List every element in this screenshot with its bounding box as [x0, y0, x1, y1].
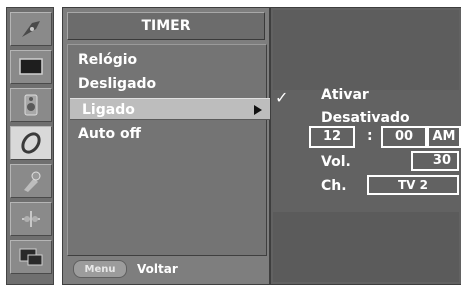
- category-icon-strip: [6, 7, 54, 285]
- timer-menu-panel: TIMER Relógio Desligado Ligado Auto off …: [62, 7, 278, 285]
- menu-list: Relógio Desligado Ligado Auto off: [67, 44, 278, 256]
- volume-field[interactable]: 30: [411, 151, 459, 171]
- time-separator: :: [367, 128, 373, 144]
- osd-screen: TIMER Relógio Desligado Ligado Auto off …: [0, 0, 461, 287]
- back-label: Voltar: [137, 262, 178, 276]
- channel-field[interactable]: TV 2: [367, 175, 459, 195]
- pip-icon[interactable]: [10, 240, 52, 274]
- submenu-top-area: [273, 10, 459, 90]
- menu-footer: Menu Voltar: [67, 259, 265, 279]
- on-time-submenu: ✓ Ativar Desativado 12 : 00 AM Vol. 30 C…: [270, 7, 461, 285]
- channel-label: Ch.: [321, 178, 347, 194]
- menu-button[interactable]: Menu: [73, 260, 127, 278]
- minute-field[interactable]: 00: [381, 126, 427, 148]
- setup-icon[interactable]: [10, 164, 52, 198]
- menu-item-auto-off[interactable]: Auto off: [78, 123, 141, 145]
- option-disable[interactable]: Desativado: [321, 110, 410, 126]
- checkmark-icon: ✓: [275, 88, 289, 107]
- menu-item-on-time-label: Ligado: [82, 102, 135, 118]
- menu-item-off-time[interactable]: Desligado: [78, 73, 156, 95]
- submenu-arrow-icon: [254, 105, 262, 115]
- menu-title: TIMER: [67, 12, 265, 40]
- option-icon[interactable]: [10, 202, 52, 236]
- menu-item-clock[interactable]: Relógio: [78, 49, 137, 71]
- menu-item-on-time[interactable]: Ligado: [70, 98, 278, 120]
- signal-icon[interactable]: [10, 12, 52, 46]
- audio-icon[interactable]: [10, 88, 52, 122]
- timer-icon[interactable]: [10, 126, 52, 160]
- ampm-field[interactable]: AM: [427, 126, 461, 148]
- volume-label: Vol.: [321, 154, 351, 170]
- submenu-lower-area: [273, 212, 459, 282]
- option-enable[interactable]: Ativar: [321, 87, 369, 103]
- hour-field[interactable]: 12: [309, 126, 355, 148]
- picture-icon[interactable]: [10, 50, 52, 84]
